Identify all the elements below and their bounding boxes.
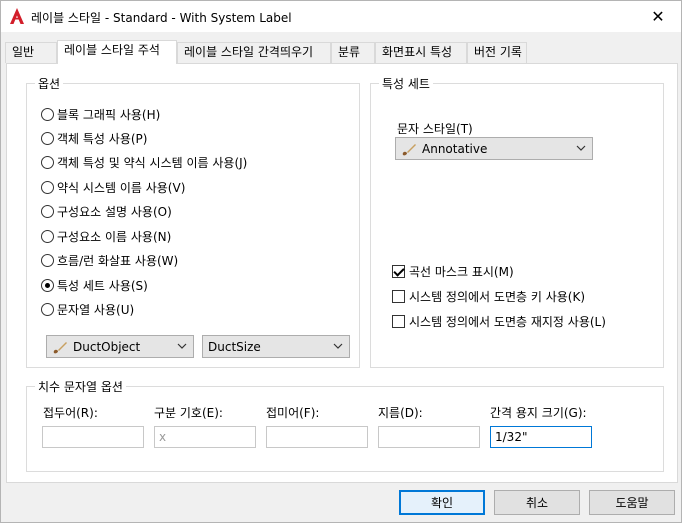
property-set-size-combo[interactable]: DuctSize (202, 335, 350, 358)
checkbox[interactable] (392, 289, 405, 303)
radio-label: 약식 시스템 이름 사용(V) (57, 180, 186, 195)
separator-label: 구분 기호(E): (154, 406, 223, 420)
combo-value: DuctSize (208, 339, 261, 354)
tab-classification[interactable]: 분류 (331, 42, 375, 63)
gap-paper-size-label: 간격 용지 크기(G): (490, 406, 587, 420)
checkbox[interactable] (392, 314, 405, 328)
radio-indicator[interactable] (41, 180, 54, 194)
checkbox-checked[interactable] (392, 264, 405, 278)
cancel-button[interactable]: 취소 (494, 490, 580, 515)
check-use-system-layer-key[interactable]: 시스템 정의에서 도면층 키 사용(K) (392, 287, 585, 305)
suffix-input[interactable] (266, 426, 368, 448)
radio-label: 특성 세트 사용(S) (57, 278, 148, 293)
close-button[interactable]: ✕ (635, 1, 681, 32)
text-style-label: 문자 스타일(T) (397, 122, 473, 136)
radio-label: 블록 그래픽 사용(H) (57, 107, 161, 122)
radio-use-object-and-short-system[interactable]: 객체 특성 및 약식 시스템 이름 사용(J) (41, 153, 247, 171)
combo-value: DuctObject (73, 339, 141, 354)
suffix-label: 접미어(F): (266, 406, 320, 420)
check-use-system-layer-override[interactable]: 시스템 정의에서 도면층 재지정 사용(L) (392, 312, 606, 330)
radio-indicator[interactable] (41, 107, 54, 121)
property-set-object-combo[interactable]: DuctObject (46, 335, 194, 358)
chevron-down-icon (576, 145, 586, 151)
text-style-combo[interactable]: Annotative (395, 137, 593, 160)
radio-label: 객체 특성 및 약식 시스템 이름 사용(J) (57, 155, 248, 170)
check-show-curve-mask[interactable]: 곡선 마스크 표시(M) (392, 262, 514, 280)
checkbox-label: 시스템 정의에서 도면층 키 사용(K) (409, 289, 586, 304)
radio-label: 객체 특성 사용(P) (57, 131, 148, 146)
separator-input[interactable]: x (154, 426, 256, 448)
radio-label: 구성요소 이름 사용(N) (57, 229, 172, 244)
property-set-group-label: 특성 세트 (379, 75, 433, 92)
radio-indicator[interactable] (41, 155, 54, 169)
radio-indicator[interactable] (41, 229, 54, 243)
brush-icon (402, 143, 416, 155)
tab-general[interactable]: 일반 (5, 42, 57, 63)
radio-use-object-properties[interactable]: 객체 특성 사용(P) (41, 129, 147, 147)
tab-panel: 옵션 블록 그래픽 사용(H) 객체 특성 사용(P) 객체 특성 및 약식 시… (6, 63, 678, 483)
options-group-label: 옵션 (35, 75, 64, 92)
checkbox-label: 곡선 마스크 표시(M) (409, 264, 514, 279)
ok-button[interactable]: 확인 (399, 490, 485, 515)
radio-indicator[interactable] (41, 253, 54, 267)
combo-value: Annotative (422, 141, 488, 156)
tab-label-style-offset[interactable]: 레이블 스타일 간격띄우기 (177, 42, 331, 63)
dimension-string-options-group: 치수 문자열 옵션 접두어(R): 구분 기호(E): x 접미어(F): 지름… (26, 378, 664, 472)
tab-label-style-annotation[interactable]: 레이블 스타일 주석 (57, 40, 177, 64)
radio-indicator[interactable] (41, 131, 54, 145)
diameter-input[interactable] (378, 426, 480, 448)
prefix-label: 접두어(R): (43, 406, 98, 420)
prefix-input[interactable] (42, 426, 144, 448)
options-group: 옵션 블록 그래픽 사용(H) 객체 특성 사용(P) 객체 특성 및 약식 시… (26, 75, 360, 368)
radio-indicator[interactable] (41, 204, 54, 218)
autocad-logo-icon (10, 8, 24, 24)
window-title: 레이블 스타일 - Standard - With System Label (31, 11, 292, 25)
radio-use-flow-arrow[interactable]: 흐름/런 화살표 사용(W) (41, 251, 178, 269)
gap-paper-size-input[interactable]: 1/32" (490, 426, 592, 448)
radio-use-property-set[interactable]: 특성 세트 사용(S) (41, 276, 148, 294)
tab-version-history[interactable]: 버전 기록 (467, 42, 527, 63)
dialog-window: 레이블 스타일 - Standard - With System Label ✕… (0, 0, 682, 523)
radio-use-string[interactable]: 문자열 사용(U) (41, 300, 134, 318)
chevron-down-icon (177, 343, 187, 349)
help-button[interactable]: 도움말 (589, 490, 675, 515)
checkbox-label: 시스템 정의에서 도면층 재지정 사용(L) (409, 314, 606, 329)
chevron-down-icon (333, 343, 343, 349)
brush-icon (53, 341, 67, 353)
radio-use-block-graphic[interactable]: 블록 그래픽 사용(H) (41, 105, 160, 123)
title-bar: 레이블 스타일 - Standard - With System Label ✕ (1, 1, 681, 32)
close-icon: ✕ (651, 7, 665, 26)
radio-indicator[interactable] (41, 302, 54, 316)
radio-label: 구성요소 설명 사용(O) (57, 204, 172, 219)
radio-indicator-selected[interactable] (41, 278, 54, 292)
tab-display-properties[interactable]: 화면표시 특성 (375, 42, 467, 63)
property-set-group: 특성 세트 문자 스타일(T) Annotative 곡선 마스크 표시(M) … (370, 75, 664, 368)
diameter-label: 지름(D): (378, 406, 423, 420)
radio-label: 문자열 사용(U) (57, 302, 135, 317)
radio-use-short-system-name[interactable]: 약식 시스템 이름 사용(V) (41, 178, 185, 196)
radio-label: 흐름/런 화살표 사용(W) (57, 253, 179, 268)
radio-use-part-name[interactable]: 구성요소 이름 사용(N) (41, 227, 171, 245)
radio-use-part-description[interactable]: 구성요소 설명 사용(O) (41, 202, 172, 220)
dimension-group-label: 치수 문자열 옵션 (35, 378, 126, 395)
